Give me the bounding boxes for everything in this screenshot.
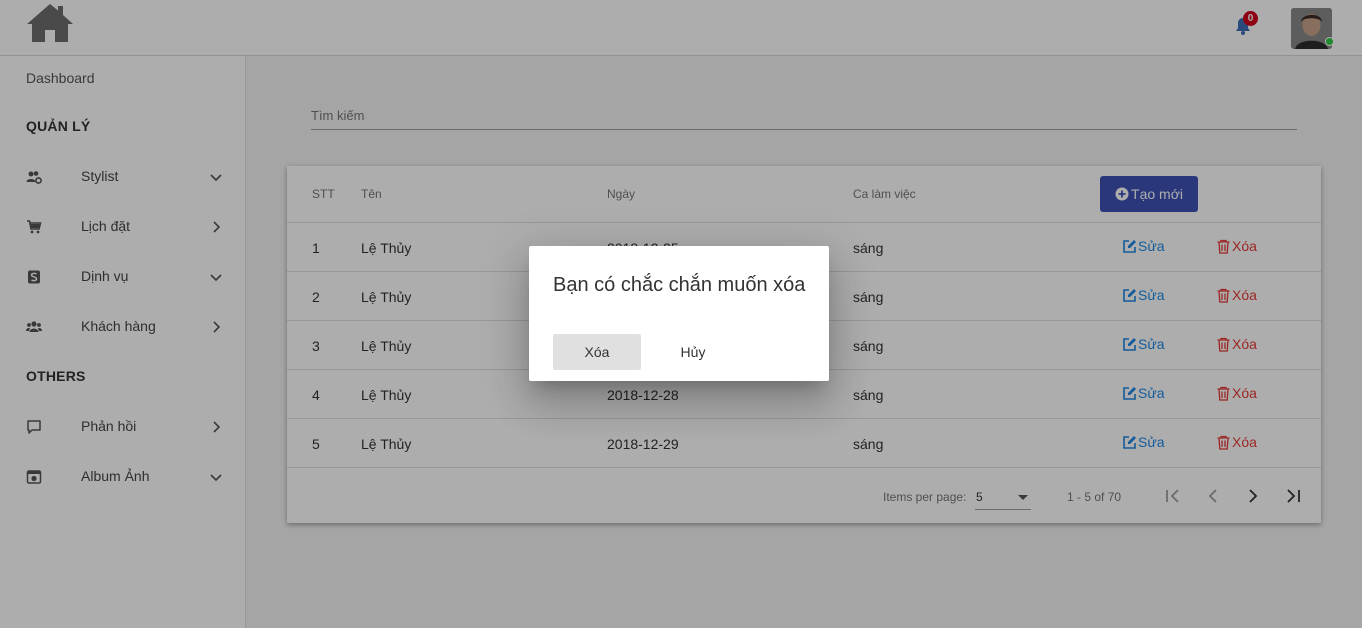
confirm-delete-button[interactable]: Xóa (553, 334, 641, 370)
cancel-button[interactable]: Hủy (649, 334, 737, 370)
dialog-title: Bạn có chắc chắn muốn xóa (553, 274, 806, 296)
confirm-delete-dialog: Bạn có chắc chắn muốn xóa Xóa Hủy (529, 246, 829, 381)
